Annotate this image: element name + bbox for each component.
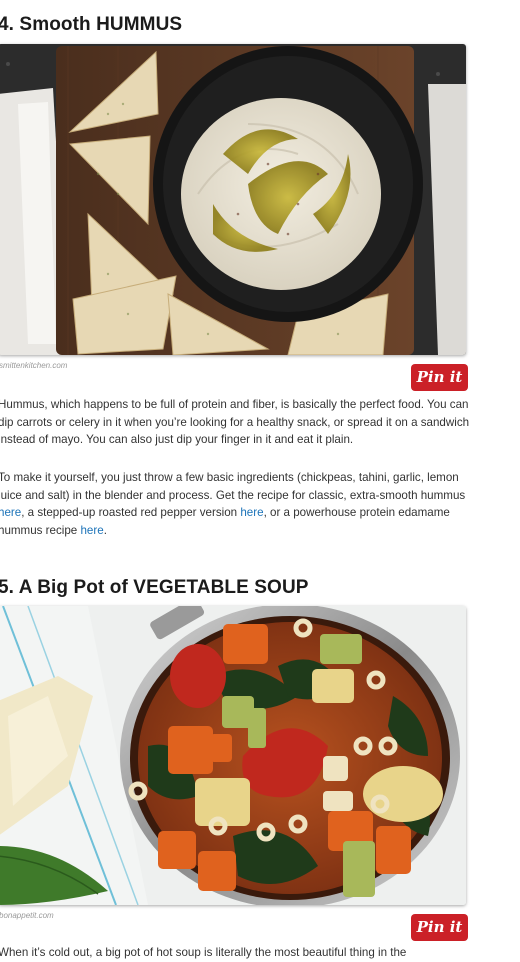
hummus-illustration [0, 44, 466, 355]
hummus-photo [0, 44, 466, 355]
link-edamame-hummus[interactable]: here [80, 524, 103, 537]
link-classic-hummus[interactable]: here [0, 506, 21, 519]
link-red-pepper-hummus[interactable]: here [240, 506, 263, 519]
pin-it-button-hummus[interactable]: Pin it [411, 364, 468, 391]
paragraph-text: . [103, 523, 107, 537]
paragraph-text: To make it yourself, you just throw a fe… [0, 471, 466, 502]
photo-credit-hummus[interactable]: smittenkitchen.com [0, 361, 67, 370]
paragraph-text: , a stepped-up roasted red pepper versio… [21, 506, 241, 520]
paragraph-hummus-recipe: To make it yourself, you just throw a fe… [0, 469, 478, 539]
section-title-soup: 5. A Big Pot of VEGETABLE SOUP [0, 577, 309, 598]
paragraph-hummus-intro: Hummus, which happens to be full of prot… [0, 398, 470, 447]
pin-it-button-soup[interactable]: Pin it [411, 914, 468, 941]
soup-photo [0, 606, 466, 905]
paragraph-soup-intro: When it’s cold out, a big pot of hot sou… [0, 946, 407, 959]
soup-illustration [0, 606, 466, 905]
section-title-hummus: 4. Smooth HUMMUS [0, 14, 183, 35]
photo-credit-soup[interactable]: bonappetit.com [0, 911, 54, 920]
